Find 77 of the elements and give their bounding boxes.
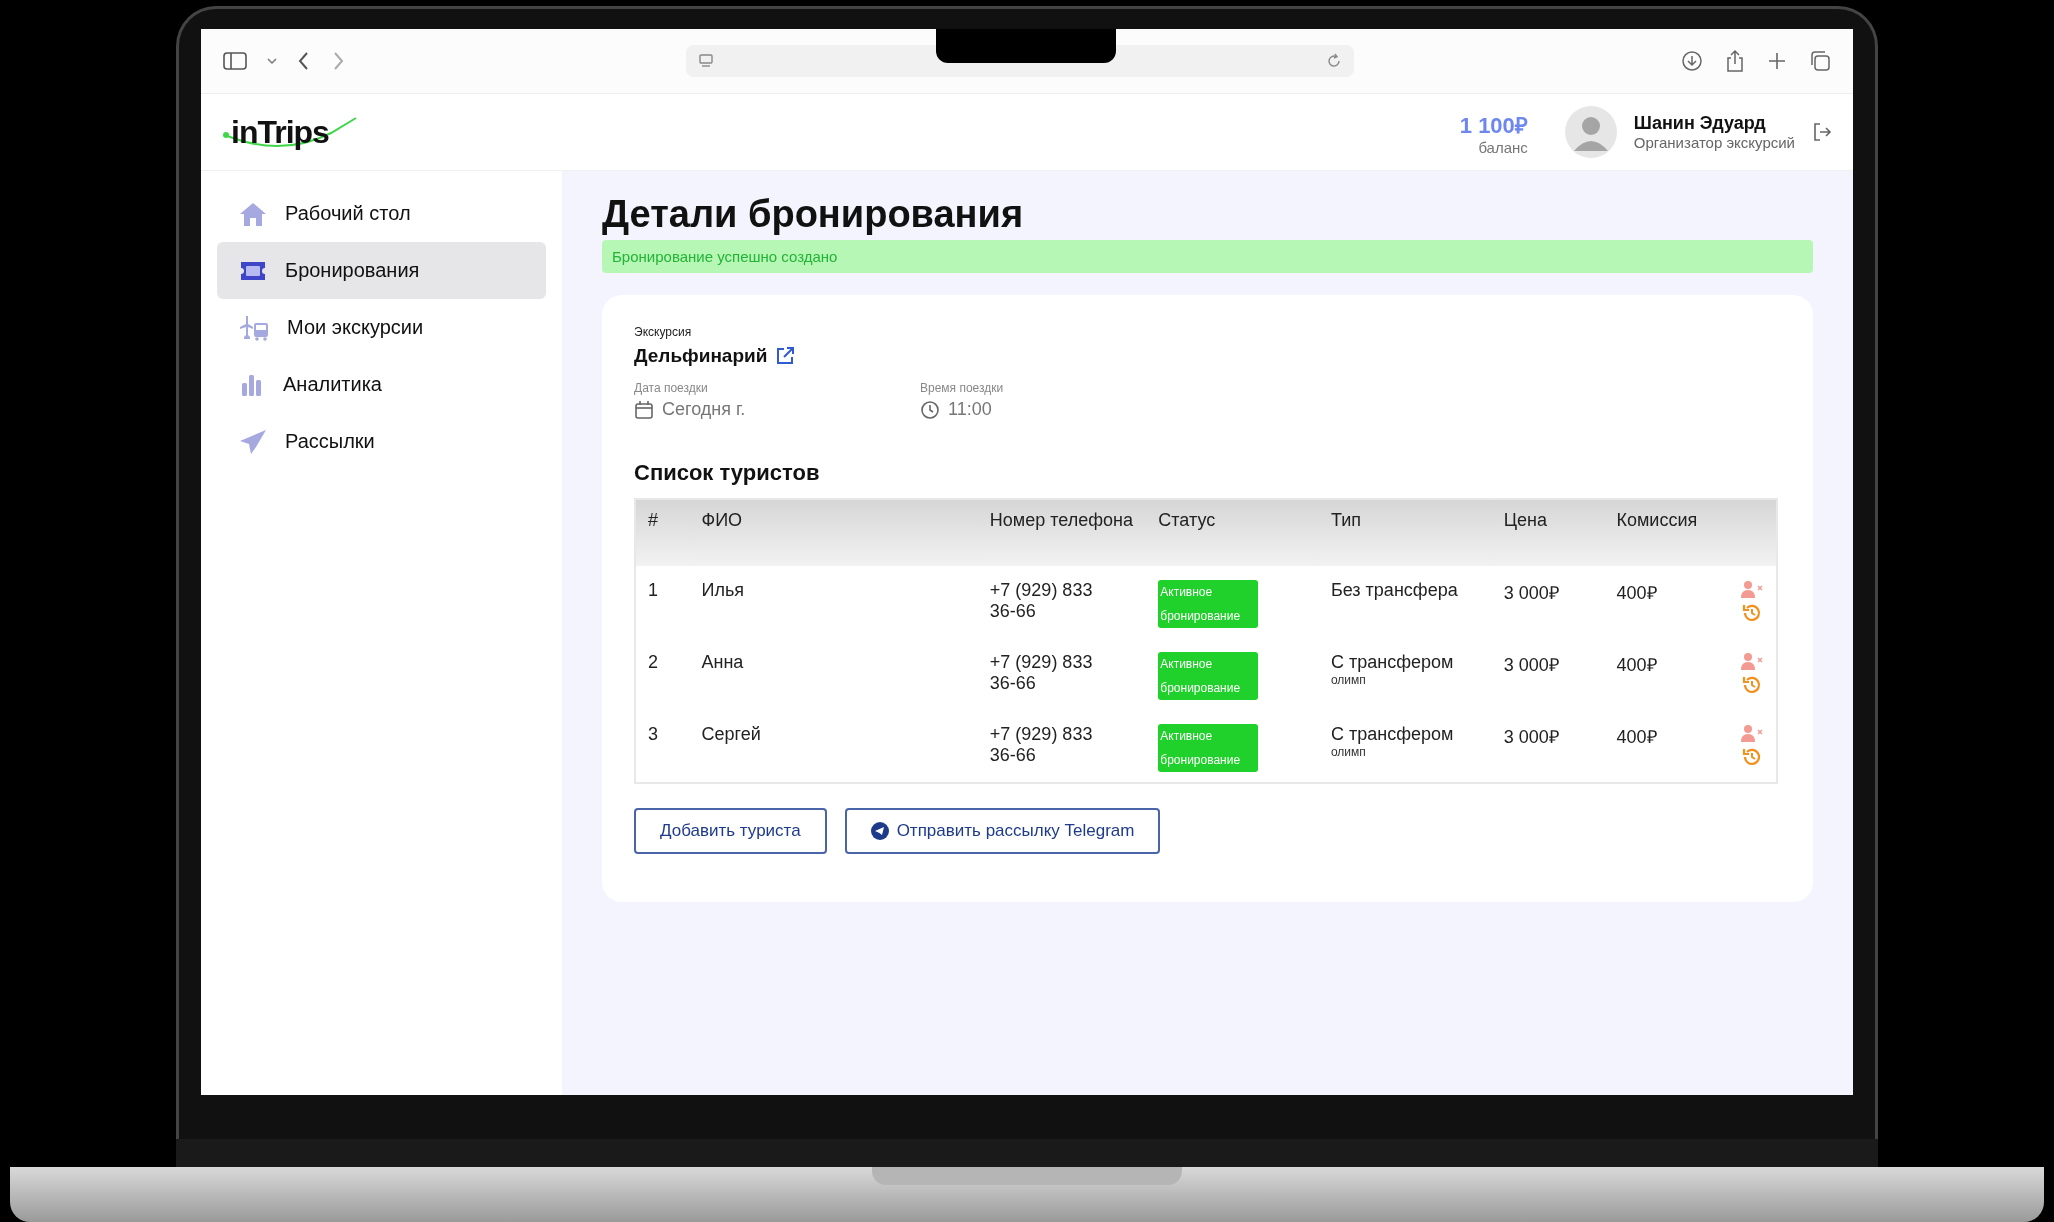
table-cell: 3 — [635, 710, 690, 783]
table-cell: Сергей — [689, 710, 978, 783]
table-cell: 3 000₽ — [1491, 710, 1605, 783]
transfer-note: олимп — [1330, 673, 1367, 687]
table-cell-text: Без трансфера — [1330, 580, 1459, 601]
time-value: 11:00 — [948, 399, 992, 420]
column-header: Номер телефона — [977, 499, 1147, 566]
back-icon[interactable] — [297, 51, 311, 71]
plane-bus-icon — [239, 314, 269, 341]
table-cell: 2 — [635, 638, 690, 710]
tabs-icon[interactable] — [1809, 50, 1831, 72]
table-cell-text: Анна — [700, 651, 745, 674]
plus-icon[interactable] — [1767, 51, 1787, 71]
forward-icon[interactable] — [331, 51, 345, 71]
history-icon[interactable] — [1741, 746, 1763, 768]
table-cell: 1 — [635, 566, 690, 638]
column-header: Тип — [1318, 499, 1492, 566]
telegram-button[interactable]: Отправить рассылку Telegram — [844, 808, 1161, 854]
intrips-logo[interactable]: inTrips — [221, 109, 381, 155]
chevron-down-icon[interactable] — [267, 57, 277, 65]
calendar-icon — [634, 399, 654, 420]
paper-plane-icon — [239, 428, 267, 455]
logout-icon[interactable] — [1811, 121, 1833, 143]
ticket-icon — [239, 259, 267, 282]
table-cell: Илья — [689, 566, 978, 638]
table-cell-text: С трансфером — [1330, 724, 1455, 745]
sidebar-item[interactable]: Рабочий стол — [217, 185, 546, 242]
table-cell-text: С трансфером — [1330, 652, 1455, 673]
download-icon[interactable] — [1681, 50, 1703, 72]
time-label: Время поездки — [920, 381, 1005, 395]
sidebar-item[interactable]: Бронирования — [217, 242, 546, 299]
home-icon — [239, 200, 267, 227]
success-alert: Бронирование успешно создано — [602, 240, 1813, 273]
balance-label: баланс — [1478, 138, 1528, 156]
column-header: Статус — [1146, 499, 1319, 566]
remove-user-icon[interactable] — [1740, 580, 1764, 600]
table-cell-text: 400₽ — [1615, 654, 1658, 677]
external-link-icon[interactable] — [775, 346, 796, 366]
table-cell-text: +7 (929) 833 36-66 — [989, 580, 1094, 622]
table-cell: 400₽ — [1604, 566, 1728, 638]
sidebar-item[interactable]: Мои экскурсии — [217, 299, 546, 356]
clock-icon — [920, 399, 940, 420]
status-tag: Активное бронирование — [1158, 724, 1259, 772]
table-cell: 3 000₽ — [1491, 566, 1605, 638]
history-icon[interactable] — [1741, 674, 1763, 696]
user-name: Шанин Эдуард — [1633, 113, 1767, 134]
telegram-icon — [870, 822, 889, 840]
sidebar-item[interactable]: Рассылки — [217, 413, 546, 470]
avatar-silhouette — [1563, 105, 1618, 159]
table-cell: 400₽ — [1604, 710, 1728, 783]
status-tag: Активное бронирование — [1158, 652, 1259, 700]
column-header: ФИО — [689, 499, 978, 566]
reload-icon[interactable] — [1326, 53, 1342, 69]
history-icon[interactable] — [1741, 602, 1763, 624]
add-tourist-button[interactable]: Добавить туриста — [634, 808, 827, 854]
transfer-note: олимп — [1330, 745, 1367, 759]
share-icon[interactable] — [1725, 49, 1745, 73]
status-tag: Активное бронирование — [1158, 580, 1259, 628]
column-header: Цена — [1491, 499, 1605, 566]
balance-amount: 1 100₽ — [1459, 111, 1528, 139]
section-title: Список туристов — [634, 460, 820, 486]
excursion-link[interactable]: Дельфинарий — [634, 345, 768, 367]
date-value: Сегодня г. — [662, 399, 746, 420]
table-cell-text: +7 (929) 833 36-66 — [989, 652, 1094, 694]
remove-user-icon[interactable] — [1740, 652, 1764, 672]
excursion-label: Экскурсия — [634, 325, 692, 339]
page-title: Детали бронирования — [602, 193, 1025, 236]
sidebar-toggle-icon[interactable] — [223, 51, 247, 71]
column-header: # — [635, 499, 690, 566]
date-label: Дата поездки — [634, 381, 709, 395]
remove-user-icon[interactable] — [1740, 724, 1764, 744]
page-icon — [698, 53, 714, 69]
column-header: Комиссия — [1604, 499, 1728, 566]
table-cell-text: +7 (929) 833 36-66 — [989, 724, 1094, 766]
table-cell-text: 3 000₽ — [1502, 654, 1560, 677]
sidebar-item[interactable]: Аналитика — [217, 356, 546, 413]
user-role: Организатор экскурсий — [1633, 134, 1795, 151]
